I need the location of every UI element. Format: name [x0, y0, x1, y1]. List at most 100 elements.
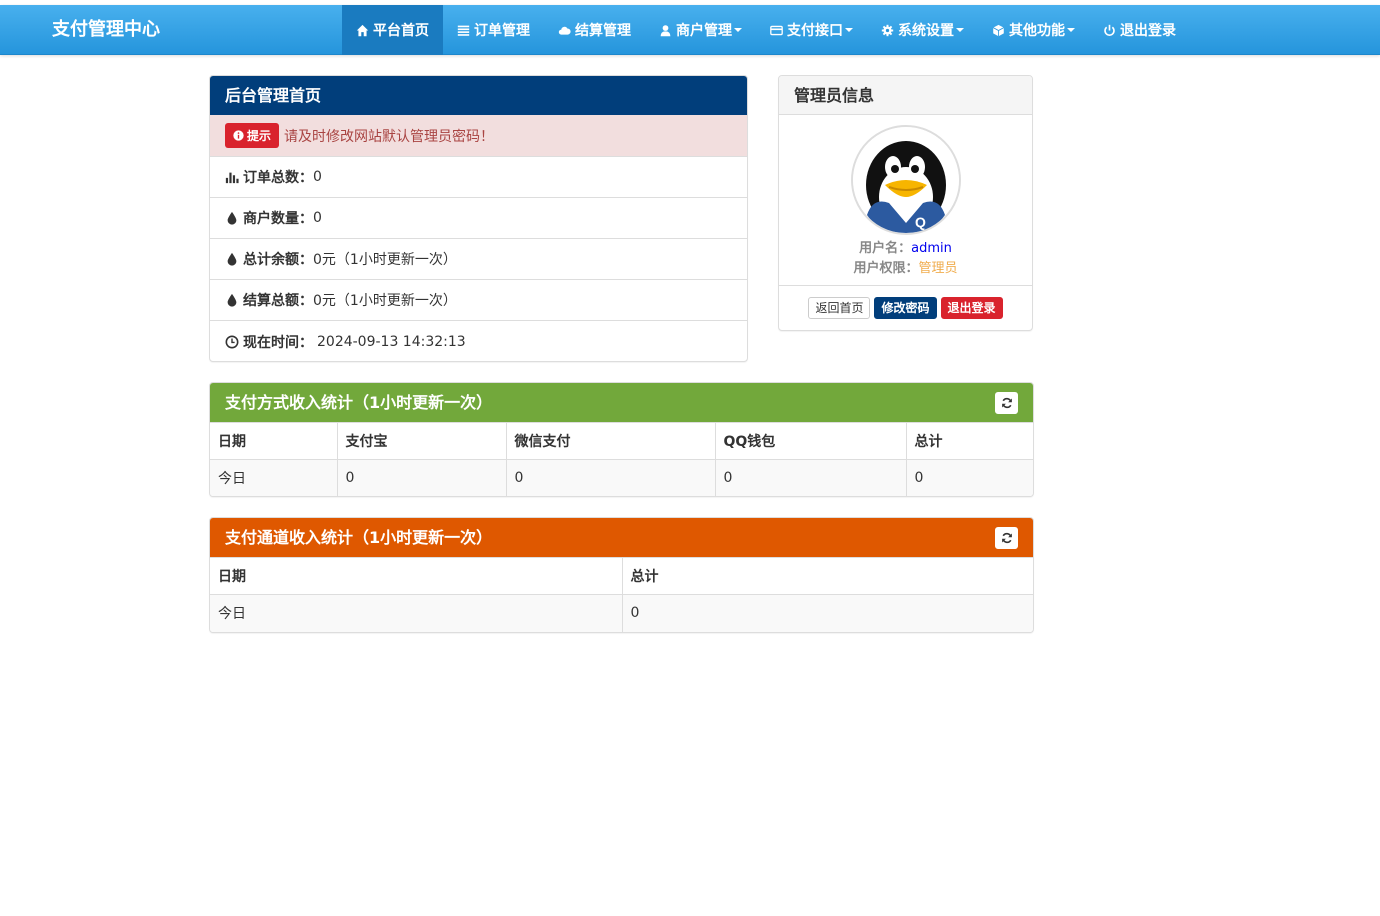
channel-stats-title: 支付通道收入统计（1小时更新一次） [225, 528, 493, 547]
role-label: 用户权限： [853, 261, 919, 276]
password-alert: 提示 请及时修改网站默认管理员密码！ [210, 115, 747, 157]
nav-item-logout[interactable]: 退出登录 [1089, 5, 1190, 55]
merchant-count-row: 商户数量： 0 [210, 198, 747, 239]
home-panel-title: 后台管理首页 [210, 76, 747, 115]
power-icon [1104, 24, 1115, 36]
table-cell: 0 [715, 459, 907, 496]
time-label: 现在时间： [243, 334, 313, 351]
cloud-icon [558, 26, 571, 35]
main-nav: 平台首页 订单管理 结算管理 商户管理 支付接口 系统设置 其他功能 退出登录 [342, 5, 1190, 55]
nav-item-label: 退出登录 [1120, 23, 1176, 39]
info-icon [233, 130, 244, 141]
refresh-button[interactable] [995, 527, 1018, 549]
logout-button[interactable]: 退出登录 [940, 297, 1003, 319]
alert-text: 请及时修改网站默认管理员密码！ [284, 128, 495, 145]
column-header: 日期 [210, 422, 338, 460]
admin-info-panel: 管理员信息 Q 用户名：admin 用户权限：管理员 返回首页 修改密码 退出登… [778, 75, 1033, 331]
column-header: 总计 [622, 557, 1033, 595]
table-cell: 今日 [210, 594, 623, 632]
nav-item-label: 系统设置 [898, 23, 954, 39]
table-header-row: 日期 支付宝 微信支付 QQ钱包 总计 [210, 422, 1033, 460]
nav-item-label: 平台首页 [373, 23, 429, 39]
table-row: 今日 0 [210, 594, 1033, 632]
nav-item-other[interactable]: 其他功能 [978, 5, 1089, 55]
order-total-value: 0 [313, 169, 322, 185]
tint-icon [227, 293, 237, 307]
settlement-value: 0元（1小时更新一次） [313, 293, 457, 309]
order-total-row: 订单总数： 0 [210, 157, 747, 198]
settlement-row: 结算总额： 0元（1小时更新一次） [210, 280, 747, 321]
avatar: Q [850, 125, 961, 235]
nav-item-label: 支付接口 [787, 23, 843, 39]
tint-icon [227, 211, 237, 225]
home-panel: 后台管理首页 提示 请及时修改网站默认管理员密码！ 订单总数： 0 商户数量： … [209, 75, 748, 362]
table-cell: 0 [906, 459, 1033, 496]
caret-down-icon [1067, 28, 1075, 32]
column-header: QQ钱包 [715, 422, 907, 460]
balance-label: 总计余额： [243, 252, 313, 268]
penguin-avatar-icon: Q [852, 127, 959, 233]
channel-stats-heading: 支付通道收入统计（1小时更新一次） [210, 518, 1033, 557]
username-label: 用户名： [859, 241, 912, 256]
home-icon [356, 24, 369, 36]
table-cell: 0 [506, 459, 716, 496]
credit-card-icon [770, 25, 783, 35]
balance-value: 0元（1小时更新一次） [313, 252, 457, 268]
refresh-icon [1001, 532, 1012, 544]
svg-text:Q: Q [915, 214, 926, 230]
nav-item-payment-api[interactable]: 支付接口 [756, 5, 867, 55]
refresh-button[interactable] [995, 392, 1018, 414]
caret-down-icon [956, 28, 964, 32]
table-cell: 0 [337, 459, 507, 496]
nav-item-system-settings[interactable]: 系统设置 [867, 5, 978, 55]
column-header: 微信支付 [506, 422, 716, 460]
change-password-button[interactable]: 修改密码 [874, 297, 937, 319]
payment-channel-stats-panel: 支付通道收入统计（1小时更新一次） 日期 总计 今日 0 [209, 517, 1034, 633]
table-cell: 0 [622, 594, 1033, 632]
user-icon [660, 24, 671, 36]
time-row: 现在时间： 2024-09-13 14:32:13 [210, 321, 747, 361]
settlement-label: 结算总额： [243, 293, 313, 309]
table-header-row: 日期 总计 [210, 557, 1033, 595]
time-value: 2024-09-13 14:32:13 [317, 333, 466, 350]
role-line: 用户权限：管理员 [779, 259, 1032, 279]
admin-body: Q 用户名：admin 用户权限：管理员 [779, 115, 1032, 286]
username-value: admin [911, 241, 952, 256]
merchant-count-value: 0 [313, 210, 322, 226]
nav-item-label: 结算管理 [575, 23, 631, 39]
column-header: 日期 [210, 557, 623, 595]
cube-icon [993, 24, 1004, 36]
method-stats-table: 日期 支付宝 微信支付 QQ钱包 总计 今日 0 0 0 0 [210, 422, 1033, 496]
nav-item-merchants[interactable]: 商户管理 [645, 5, 756, 55]
nav-item-orders[interactable]: 订单管理 [443, 5, 544, 55]
column-header: 支付宝 [337, 422, 507, 460]
channel-stats-table: 日期 总计 今日 0 [210, 557, 1033, 632]
refresh-icon [1001, 397, 1012, 409]
tint-icon [227, 252, 237, 266]
brand-title[interactable]: 支付管理中心 [52, 5, 160, 55]
order-total-label: 订单总数： [243, 170, 313, 186]
username-line: 用户名：admin [779, 239, 1032, 259]
balance-row: 总计余额： 0元（1小时更新一次） [210, 239, 747, 280]
merchant-count-label: 商户数量： [243, 211, 313, 227]
back-home-button[interactable]: 返回首页 [808, 297, 871, 319]
nav-item-label: 其他功能 [1009, 23, 1065, 39]
alert-badge: 提示 [225, 123, 280, 148]
nav-item-home[interactable]: 平台首页 [342, 5, 443, 55]
admin-panel-title: 管理员信息 [779, 76, 1032, 115]
table-row: 今日 0 0 0 0 [210, 459, 1033, 496]
payment-method-stats-panel: 支付方式收入统计（1小时更新一次） 日期 支付宝 微信支付 QQ钱包 总计 今日… [209, 382, 1034, 497]
nav-item-settlement[interactable]: 结算管理 [544, 5, 645, 55]
gear-icon [881, 24, 894, 36]
caret-down-icon [845, 28, 853, 32]
bar-chart-icon [225, 172, 239, 184]
caret-down-icon [734, 28, 742, 32]
method-stats-heading: 支付方式收入统计（1小时更新一次） [210, 383, 1033, 422]
top-navbar: 支付管理中心 平台首页 订单管理 结算管理 商户管理 支付接口 系统设置 其他功… [0, 5, 1380, 55]
column-header: 总计 [906, 422, 1033, 460]
role-value: 管理员 [918, 261, 958, 276]
clock-icon [225, 335, 239, 348]
list-icon [457, 25, 470, 36]
nav-item-label: 订单管理 [474, 23, 530, 39]
table-cell: 今日 [210, 459, 338, 496]
